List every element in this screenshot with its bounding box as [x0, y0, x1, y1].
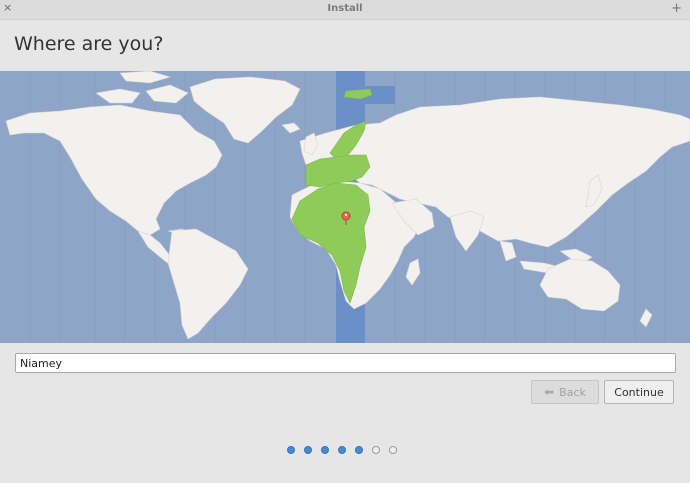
continue-button[interactable]: Continue [604, 380, 674, 404]
maximize-icon[interactable]: + [671, 1, 682, 16]
back-button-label: Back [559, 385, 586, 399]
progress-dot [321, 446, 329, 454]
progress-dot [304, 446, 312, 454]
timezone-map[interactable] [0, 71, 690, 343]
progress-dot [389, 446, 397, 454]
progress-dot [287, 446, 295, 454]
window-titlebar: × Install + [0, 0, 690, 20]
progress-dot [355, 446, 363, 454]
window-title: Install [327, 3, 363, 14]
progress-dots [287, 446, 406, 454]
progress-dot [372, 446, 380, 454]
world-map-svg [5, 71, 690, 343]
location-input[interactable] [15, 353, 676, 373]
progress-dot [338, 446, 346, 454]
arrow-left-icon: ⬅ [544, 385, 555, 399]
page-title: Where are you? [14, 33, 164, 55]
continue-button-label: Continue [614, 385, 664, 399]
back-button[interactable]: ⬅ Back [531, 380, 599, 404]
